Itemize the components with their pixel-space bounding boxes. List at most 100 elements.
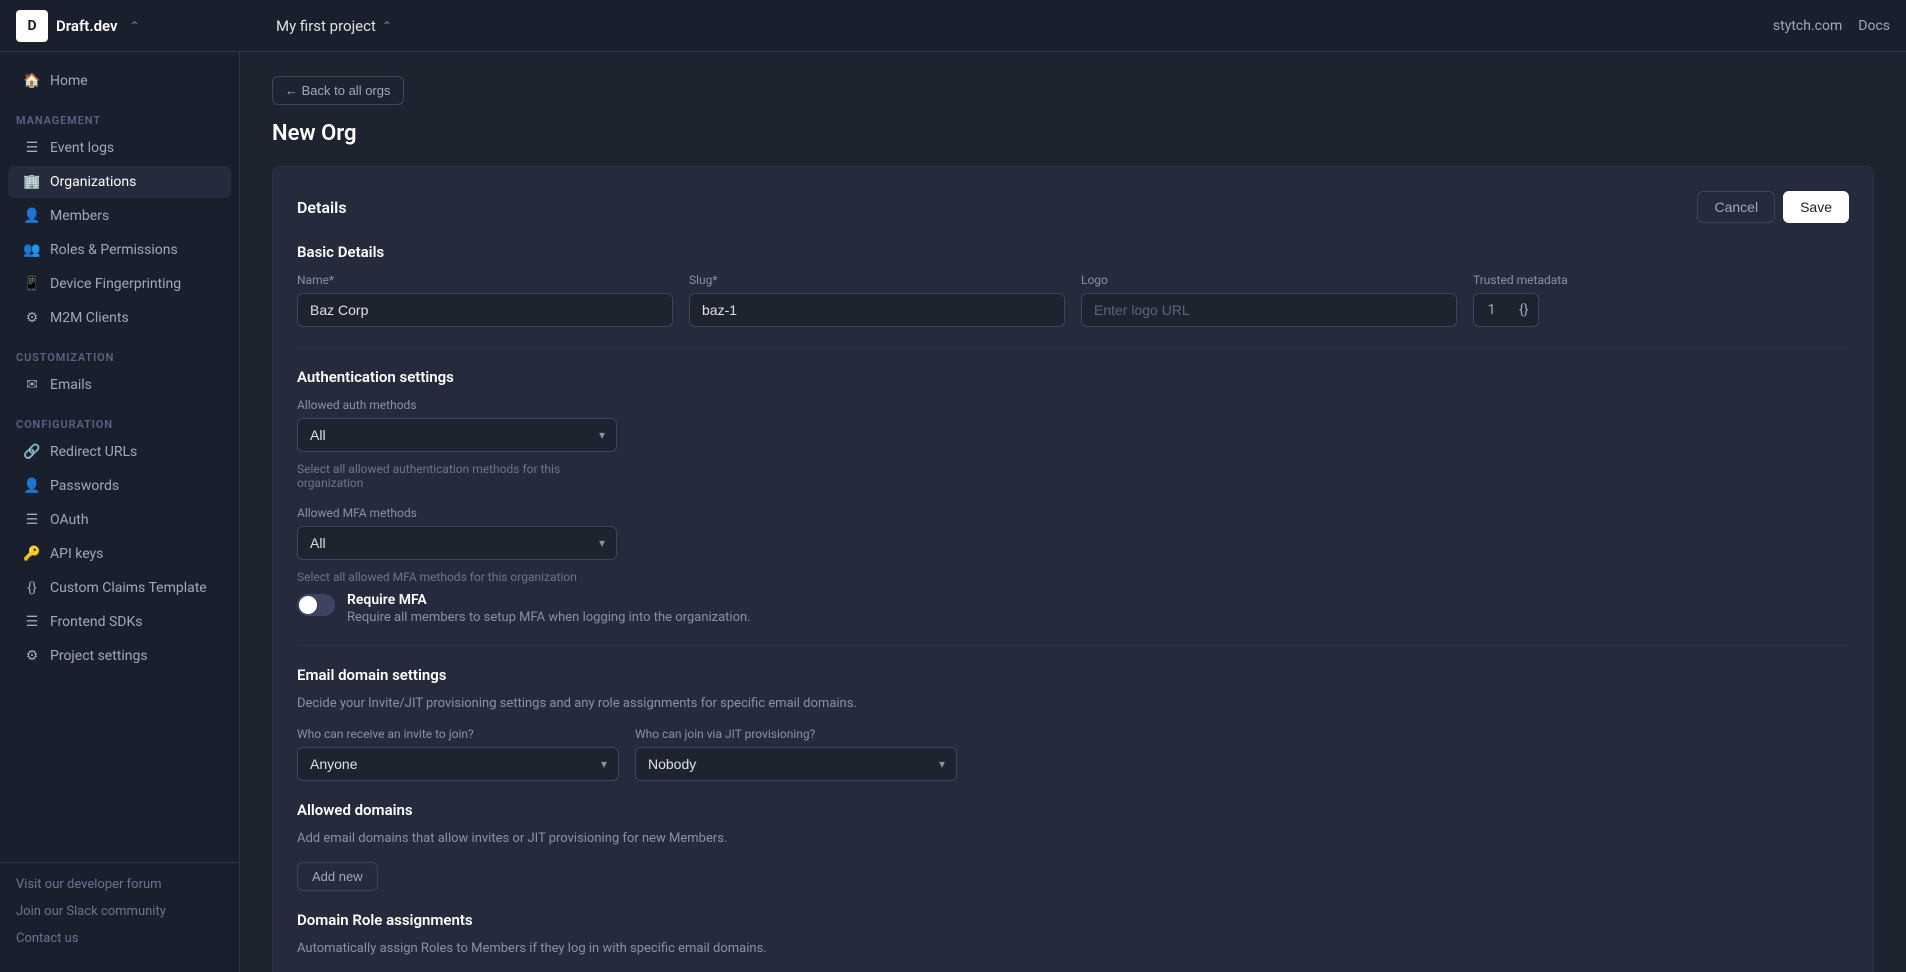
sidebar-item-emails[interactable]: ✉ Emails (8, 369, 231, 401)
email-domain-desc: Decide your Invite/JIT provisioning sett… (297, 696, 1849, 711)
allowed-auth-label: Allowed auth methods (297, 398, 617, 412)
m2m-icon: ⚙ (24, 310, 40, 326)
slug-input[interactable] (689, 293, 1065, 327)
emails-icon: ✉ (24, 377, 40, 393)
jit-select[interactable]: Nobody Anyone Specific domains (635, 747, 957, 781)
sidebar-item-label: Roles & Permissions (50, 242, 178, 258)
sidebar-item-m2m-clients[interactable]: ⚙ M2M Clients (8, 302, 231, 334)
page-title: New Org (272, 121, 1874, 146)
email-domain-selects: Who can receive an invite to join? Anyon… (297, 727, 957, 781)
sidebar-item-organizations[interactable]: 🏢 Organizations (8, 166, 231, 198)
require-mfa-label: Require MFA (347, 592, 751, 608)
sidebar-item-label: M2M Clients (50, 310, 129, 326)
project-name: My first project (276, 17, 376, 35)
allowed-auth-group: Allowed auth methods All Magic Links OAu… (297, 398, 617, 490)
sidebar-item-label: Organizations (50, 174, 136, 190)
email-domain-title: Email domain settings (297, 666, 1849, 684)
redirect-icon: 🔗 (24, 444, 40, 460)
sidebar-item-label: Redirect URLs (50, 444, 137, 460)
sidebar-item-frontend-sdks[interactable]: ☰ Frontend SDKs (8, 606, 231, 638)
sidebar-section-management: MANAGEMENT (0, 102, 239, 131)
allowed-domains-desc: Add email domains that allow invites or … (297, 831, 1849, 846)
allowed-auth-hint: Select all allowed authentication method… (297, 462, 617, 490)
allowed-auth-select[interactable]: All Magic Links OAuth SSO Passwords Emai… (297, 418, 617, 452)
passwords-icon: 👤 (24, 478, 40, 494)
sidebar-item-label: Custom Claims Template (50, 580, 207, 596)
allowed-mfa-select-wrapper: All TOTP SMS OTP (297, 526, 617, 560)
auth-settings-title: Authentication settings (297, 368, 1849, 386)
details-card: Details Cancel Save Basic Details Name* … (272, 166, 1874, 972)
trusted-metadata-group: Trusted metadata 1 {} (1473, 273, 1849, 327)
sidebar-item-label: Members (50, 208, 109, 224)
sidebar-item-label: Home (50, 73, 88, 89)
allowed-mfa-select[interactable]: All TOTP SMS OTP (297, 526, 617, 560)
allowed-domains-title: Allowed domains (297, 801, 1849, 819)
logo-group: Logo (1081, 273, 1457, 327)
logo-box: D (16, 10, 48, 42)
sidebar-item-device-fingerprinting[interactable]: 📱 Device Fingerprinting (8, 268, 231, 300)
custom-claims-icon: {} (24, 580, 40, 596)
sidebar-item-api-keys[interactable]: 🔑 API keys (8, 538, 231, 570)
sidebar-item-label: Emails (50, 377, 92, 393)
sidebar-section-configuration: CONFIGURATION (0, 406, 239, 435)
stytch-link[interactable]: stytch.com (1773, 18, 1842, 34)
docs-link[interactable]: Docs (1858, 18, 1890, 34)
sidebar-item-label: API keys (50, 546, 103, 562)
sidebar-footer-slack[interactable]: Join our Slack community (0, 898, 239, 925)
divider-2 (297, 645, 1849, 646)
jit-select-wrapper: Nobody Anyone Specific domains (635, 747, 957, 781)
slug-group: Slug* (689, 273, 1065, 327)
domain-role-title: Domain Role assignments (297, 911, 1849, 929)
home-icon: 🏠 (24, 73, 40, 89)
sidebar-section-customization: CUSTOMIZATION (0, 339, 239, 368)
sidebar-item-label: Device Fingerprinting (50, 276, 181, 292)
allowed-mfa-label: Allowed MFA methods (297, 506, 617, 520)
toggle-knob (299, 596, 317, 614)
sidebar-item-redirect-urls[interactable]: 🔗 Redirect URLs (8, 436, 231, 468)
sidebar-item-project-settings[interactable]: ⚙ Project settings (8, 640, 231, 672)
sidebar-footer-contact[interactable]: Contact us (0, 925, 239, 952)
sidebar-item-label: OAuth (50, 512, 89, 528)
name-input[interactable] (297, 293, 673, 327)
card-actions: Cancel Save (1697, 191, 1849, 223)
logo-chevron-icon: ⌃ (130, 19, 140, 33)
device-icon: 📱 (24, 276, 40, 292)
sidebar-footer-forum[interactable]: Visit our developer forum (0, 871, 239, 898)
sidebar-item-home[interactable]: 🏠 Home (8, 65, 231, 97)
require-mfa-toggle[interactable] (297, 594, 335, 616)
invite-label: Who can receive an invite to join? (297, 727, 619, 741)
add-new-domain-button[interactable]: Add new (297, 862, 378, 891)
organizations-icon: 🏢 (24, 174, 40, 190)
main-layout: 🏠 Home MANAGEMENT ☰ Event logs 🏢 Organiz… (0, 52, 1906, 972)
event-logs-icon: ☰ (24, 140, 40, 156)
jit-group: Who can join via JIT provisioning? Nobod… (635, 727, 957, 781)
topbar-right: stytch.com Docs (1773, 18, 1890, 34)
topbar-project[interactable]: My first project ⌃ (276, 17, 392, 35)
divider-1 (297, 347, 1849, 348)
allowed-mfa-group: Allowed MFA methods All TOTP SMS OTP Sel… (297, 506, 617, 584)
trusted-metadata-num: 1 (1473, 293, 1509, 327)
invite-select[interactable]: Anyone Nobody Specific domains (297, 747, 619, 781)
project-settings-icon: ⚙ (24, 648, 40, 664)
name-label: Name* (297, 273, 673, 287)
sidebar-item-custom-claims[interactable]: {} Custom Claims Template (8, 572, 231, 604)
allowed-mfa-hint: Select all allowed MFA methods for this … (297, 570, 617, 584)
oauth-icon: ☰ (24, 512, 40, 528)
sidebar-item-roles-permissions[interactable]: 👥 Roles & Permissions (8, 234, 231, 266)
sidebar-footer: Visit our developer forum Join our Slack… (0, 862, 239, 960)
roles-icon: 👥 (24, 242, 40, 258)
topbar: D Draft.dev ⌃ My first project ⌃ stytch.… (0, 0, 1906, 52)
sidebar-item-event-logs[interactable]: ☰ Event logs (8, 132, 231, 164)
cancel-button[interactable]: Cancel (1697, 191, 1775, 223)
require-mfa-row: Require MFA Require all members to setup… (297, 592, 1849, 625)
back-button[interactable]: ← Back to all orgs (272, 76, 404, 105)
sidebar-item-passwords[interactable]: 👤 Passwords (8, 470, 231, 502)
trusted-metadata-label: Trusted metadata (1473, 273, 1849, 287)
sidebar-item-oauth[interactable]: ☰ OAuth (8, 504, 231, 536)
invite-group: Who can receive an invite to join? Anyon… (297, 727, 619, 781)
trusted-metadata-icon: {} (1509, 293, 1539, 327)
sidebar-item-members[interactable]: 👤 Members (8, 200, 231, 232)
logo-input[interactable] (1081, 293, 1457, 327)
save-button[interactable]: Save (1783, 191, 1849, 223)
sidebar: 🏠 Home MANAGEMENT ☰ Event logs 🏢 Organiz… (0, 52, 240, 972)
